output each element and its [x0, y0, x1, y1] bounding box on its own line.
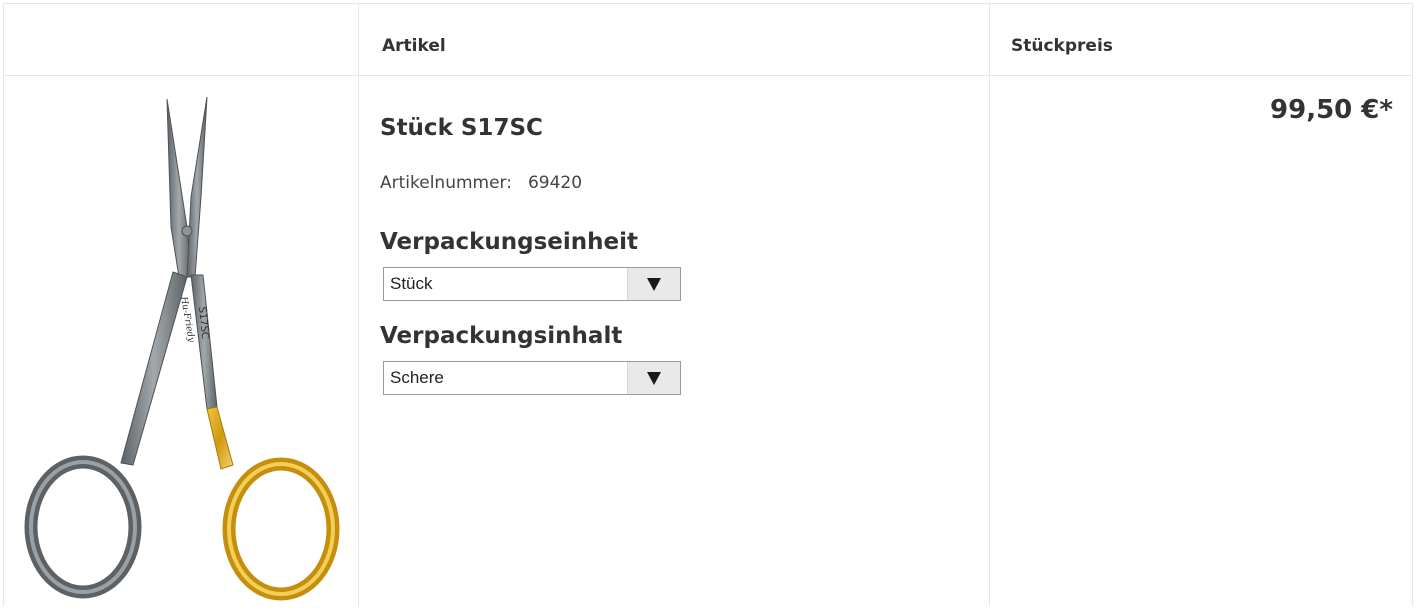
packaging-unit-select[interactable]: Stück — [383, 267, 681, 301]
article-number-value: 69420 — [527, 173, 583, 193]
table-top-border — [3, 3, 1413, 4]
scissors-icon: S17SC Hu-Friedy — [24, 96, 340, 601]
unit-price: 99,50 €* — [1270, 95, 1393, 125]
packaging-content-label: Verpackungsinhalt — [380, 323, 623, 349]
dropdown-arrow-icon — [647, 372, 661, 385]
product-table: Artikel Stückpreis S17SC Hu-Friedy Stück… — [3, 3, 1413, 606]
product-image[interactable]: S17SC Hu-Friedy — [3, 77, 358, 606]
column-divider — [358, 3, 359, 606]
column-header-price: Stückpreis — [1011, 36, 1113, 56]
packaging-content-dropdown-button[interactable] — [627, 362, 680, 394]
table-right-border — [1412, 3, 1413, 606]
column-divider — [989, 3, 990, 606]
brand-engraving-text: Hu-Friedy — [178, 295, 196, 344]
column-header-article: Artikel — [382, 36, 446, 56]
packaging-unit-selected: Stück — [390, 274, 433, 293]
packaging-content-select[interactable]: Schere — [383, 361, 681, 395]
article-number-label: Artikelnummer: — [380, 173, 512, 193]
packaging-content-selected: Schere — [390, 368, 444, 387]
product-title[interactable]: Stück S17SC — [380, 115, 543, 141]
packaging-unit-dropdown-button[interactable] — [627, 268, 680, 300]
dropdown-arrow-icon — [647, 278, 661, 291]
header-divider — [3, 75, 1413, 76]
packaging-unit-label: Verpackungseinheit — [380, 229, 639, 255]
article-number-row: Artikelnummer: 69420 — [380, 173, 582, 193]
